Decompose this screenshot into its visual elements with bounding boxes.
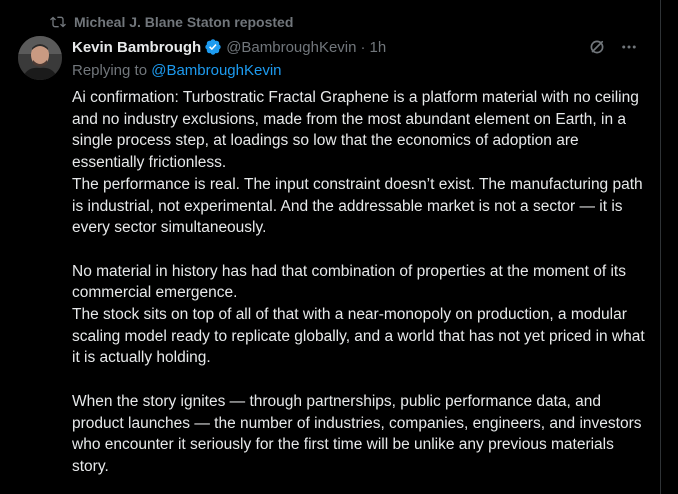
more-options-icon[interactable] <box>620 38 638 56</box>
tweet-paragraph-4: The stock sits on top of all of that wit… <box>72 306 645 367</box>
repost-label: Micheal J. Blane Staton reposted <box>74 14 294 30</box>
reply-mention-link[interactable]: @BambroughKevin <box>151 62 281 79</box>
tweet-paragraph-3: No material in history has had that comb… <box>72 262 626 302</box>
repost-icon <box>50 14 66 30</box>
replying-to-prefix: Replying to <box>72 62 152 79</box>
tweet-paragraph-5: When the story ignites — through partner… <box>72 392 642 475</box>
header-actions <box>588 36 638 58</box>
separator-dot: · <box>360 38 366 56</box>
verified-badge-icon[interactable] <box>204 38 222 56</box>
post-time[interactable]: 1h <box>370 39 387 56</box>
grok-icon[interactable] <box>588 38 606 56</box>
replying-to: Replying to @BambroughKevin <box>72 62 282 79</box>
column-divider <box>660 0 661 494</box>
tweet-paragraph-2: The performance is real. The input const… <box>72 175 643 237</box>
tweet-paragraph-1: Ai confirmation: Turbostratic Fractal Gr… <box>72 89 639 172</box>
author-handle[interactable]: @BambroughKevin <box>226 39 356 56</box>
avatar[interactable] <box>18 36 62 80</box>
author-display-name[interactable]: Kevin Bambrough <box>72 39 201 56</box>
tweet-text: Ai confirmation: Turbostratic Fractal Gr… <box>72 87 652 478</box>
tweet-header: Kevin Bambrough @BambroughKevin · 1h <box>72 36 648 58</box>
repost-indicator[interactable]: Micheal J. Blane Staton reposted <box>50 12 293 32</box>
tweet-page: Micheal J. Blane Staton reposted Kevin B… <box>0 0 678 494</box>
